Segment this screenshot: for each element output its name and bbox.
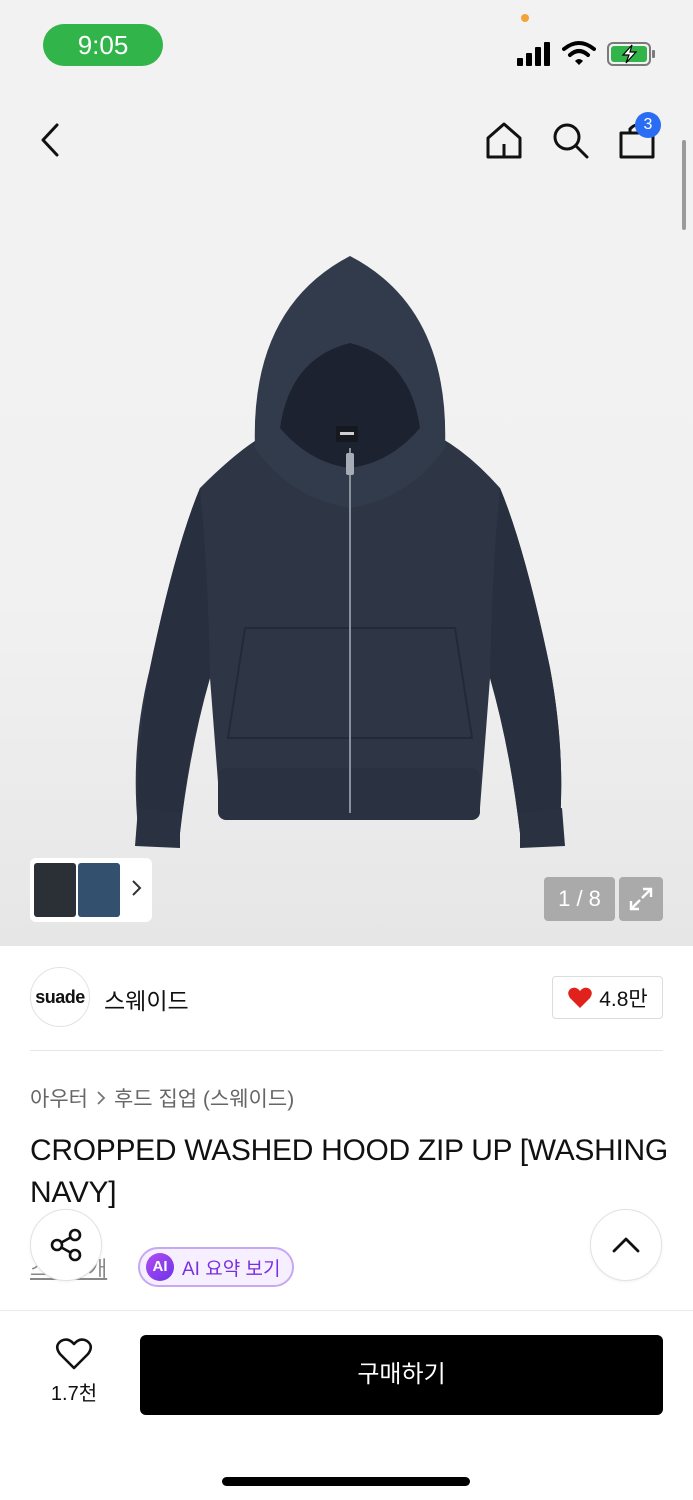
chevron-right-icon [97, 1091, 106, 1105]
brand-like-count: 4.8만 [599, 987, 648, 1011]
breadcrumb-category[interactable]: 아우터 [30, 1083, 88, 1113]
ai-summary-label: AI 요약 보기 [182, 1258, 281, 1280]
bottom-purchase-bar: 1.7천 구매하기 [0, 1310, 693, 1500]
color-variant-thumbnails[interactable] [30, 858, 152, 922]
scroll-to-top-button[interactable] [590, 1209, 662, 1281]
back-button[interactable] [30, 118, 74, 162]
status-time: 9:05 [43, 24, 163, 66]
ai-summary-button[interactable]: AI AI 요약 보기 [138, 1247, 295, 1287]
wishlist-count: 1.7천 [50, 1383, 98, 1405]
back-icon [41, 123, 59, 157]
image-counter: 1 / 8 [544, 877, 615, 921]
heart-outline-icon [55, 1338, 93, 1370]
share-button[interactable] [30, 1209, 102, 1281]
chevron-up-icon [612, 1237, 640, 1253]
brand-logo[interactable]: suade [30, 967, 90, 1027]
search-button[interactable] [548, 118, 592, 162]
expand-button[interactable] [619, 877, 663, 921]
signal-icon [517, 42, 550, 66]
wifi-icon [562, 41, 596, 65]
home-indicator [222, 1477, 470, 1486]
heart-icon [568, 987, 593, 1008]
brand-like-button[interactable]: 4.8만 [552, 976, 663, 1019]
chevron-right-icon [132, 880, 142, 896]
product-image[interactable] [80, 248, 620, 858]
battery-charging-icon [607, 42, 655, 66]
product-title: CROPPED WASHED HOOD ZIP UP [WASHING NAVY… [30, 1134, 668, 1209]
expand-icon [629, 887, 653, 911]
breadcrumb-subcategory[interactable]: 후드 집업 (스웨이드) [114, 1083, 294, 1113]
thumbnail-blue[interactable] [78, 863, 120, 917]
cart-count-badge: 3 [635, 112, 661, 138]
product-gallery[interactable]: 3 1 / 8 [0, 88, 693, 946]
thumbnail-black[interactable] [34, 863, 76, 917]
cart-button[interactable]: 3 [615, 112, 661, 162]
breadcrumb: 아우터 후드 집업 (스웨이드) [30, 1083, 294, 1113]
brand-name[interactable]: 스웨이드 [104, 982, 189, 1016]
share-icon [50, 1228, 82, 1262]
status-bar: 9:05 [0, 0, 693, 88]
buy-button[interactable]: 구매하기 [140, 1335, 663, 1415]
privacy-indicator [521, 14, 529, 22]
ai-badge-icon: AI [146, 1253, 174, 1281]
home-button[interactable] [482, 118, 526, 162]
home-icon [486, 122, 522, 159]
divider [30, 1050, 663, 1051]
wishlist-button[interactable]: 1.7천 [30, 1337, 118, 1406]
scrollbar[interactable] [682, 140, 686, 230]
search-icon [553, 123, 589, 159]
